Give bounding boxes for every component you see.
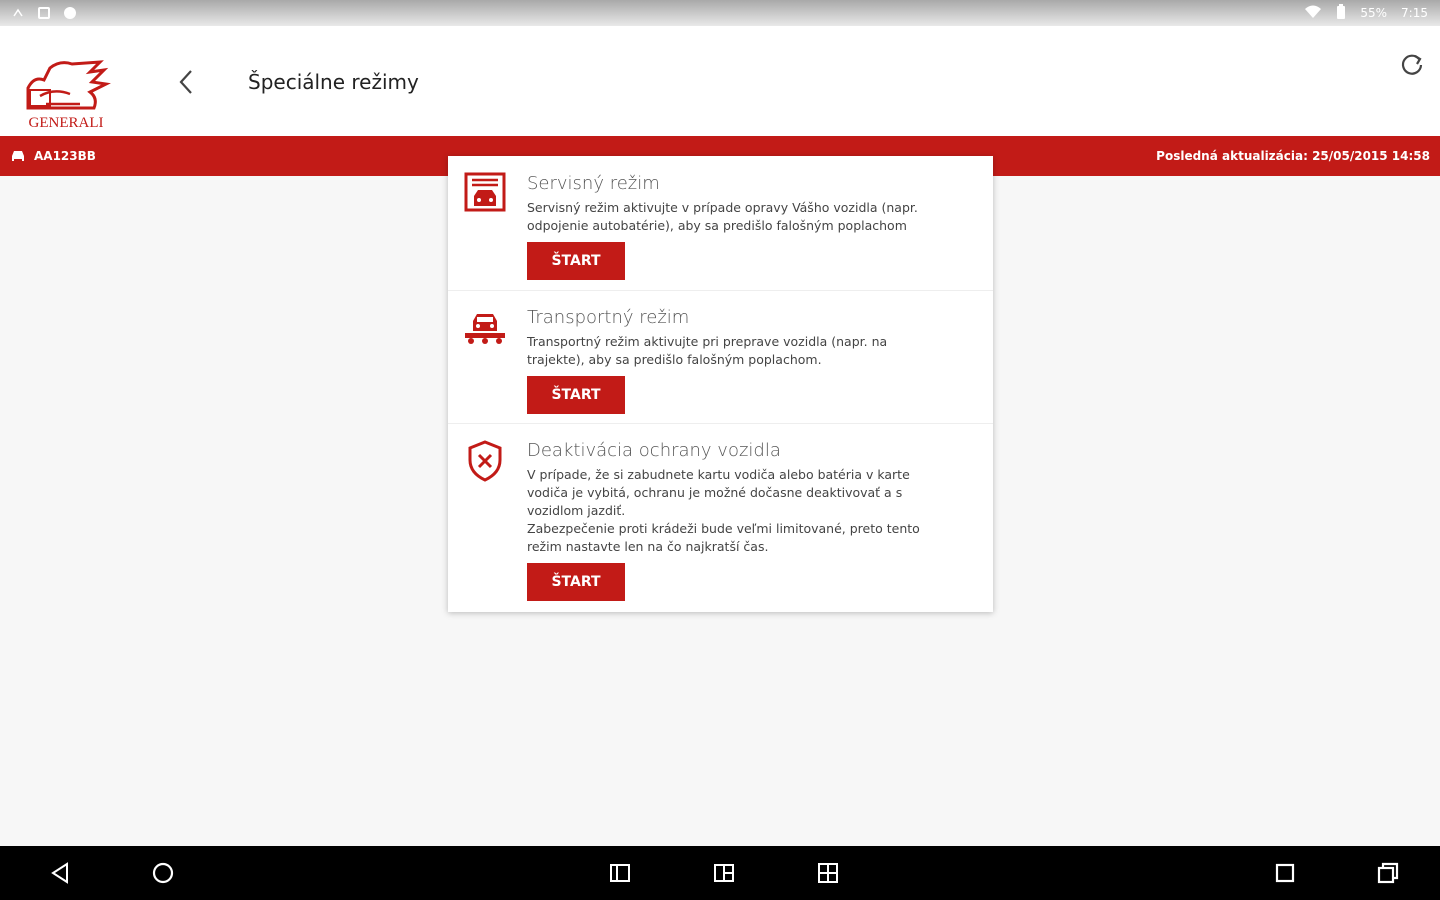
chevron-left-icon [179,70,192,94]
android-nav-bar [0,846,1440,900]
modes-card: Servisný režim Servisný režim aktivujte … [448,156,993,612]
nav-recents-button[interactable] [1375,860,1401,886]
logo-text: GENERALI [28,115,104,131]
start-service-button[interactable]: ŠTART [527,242,625,280]
back-button[interactable] [168,64,204,100]
triangle-back-icon [51,862,68,884]
app-header: GENERALI Špeciálne režimy [0,26,1440,136]
refresh-button[interactable] [1396,48,1428,80]
record-icon [64,7,76,19]
clock: 7:15 [1401,6,1428,20]
car-transport-icon [462,311,508,357]
mode-deactivation: Deaktivácia ochrany vozidla V prípade, ž… [448,424,993,612]
nav-window-button[interactable] [1272,860,1298,886]
mode-title: Deaktivácia ochrany vozidla [527,440,781,461]
last-update: Posledná aktualizácia: 25/05/2015 14:58 [1156,149,1430,163]
split-view-icon [610,864,630,882]
recents-icon [1377,862,1399,884]
wifi-icon [1304,5,1322,22]
shield-x-icon [462,440,508,486]
mode-service: Servisný režim Servisný režim aktivujte … [448,156,993,291]
nav-layout-button[interactable] [711,860,737,886]
battery-icon [1336,3,1346,23]
window-icon [1275,863,1295,883]
grid-icon [818,863,838,883]
nav-split-button[interactable] [607,860,633,886]
refresh-icon [1401,54,1423,75]
storage-icon [38,7,50,19]
mode-transport: Transportný režim Transportný režim akti… [448,291,993,424]
nav-grid-button[interactable] [815,860,841,886]
mode-description: Transportný režim aktivujte pri preprave… [527,334,888,367]
page-title: Špeciálne režimy [248,70,419,94]
home-circle-icon [152,862,174,884]
start-transport-button[interactable]: ŠTART [527,376,625,414]
vehicle-info: AA123BB [10,149,96,163]
nav-home-button[interactable] [150,860,176,886]
battery-percent: 55% [1360,6,1388,20]
status-bar: 55% 7:15 [0,0,1440,26]
mode-description: V prípade, že si zabudnete kartu vodiča … [527,467,910,518]
vehicle-plate: AA123BB [34,149,96,163]
notification-icon [12,7,24,19]
mode-description-warning: Zabezpečenie proti krádeži bude veľmi li… [527,521,920,554]
nav-back-button[interactable] [47,860,73,886]
car-icon [12,151,24,161]
lion-icon [26,60,111,110]
status-left [12,7,76,19]
mode-title: Servisný režim [527,173,660,194]
start-deactivation-button[interactable]: ŠTART [527,563,625,601]
status-right: 55% 7:15 [1304,3,1428,23]
mode-description: Servisný režim aktivujte v prípade oprav… [527,200,918,233]
layout-icon [714,864,734,882]
mode-title: Transportný režim [527,307,690,328]
generali-logo: GENERALI [20,58,112,132]
garage-car-icon [462,172,508,218]
